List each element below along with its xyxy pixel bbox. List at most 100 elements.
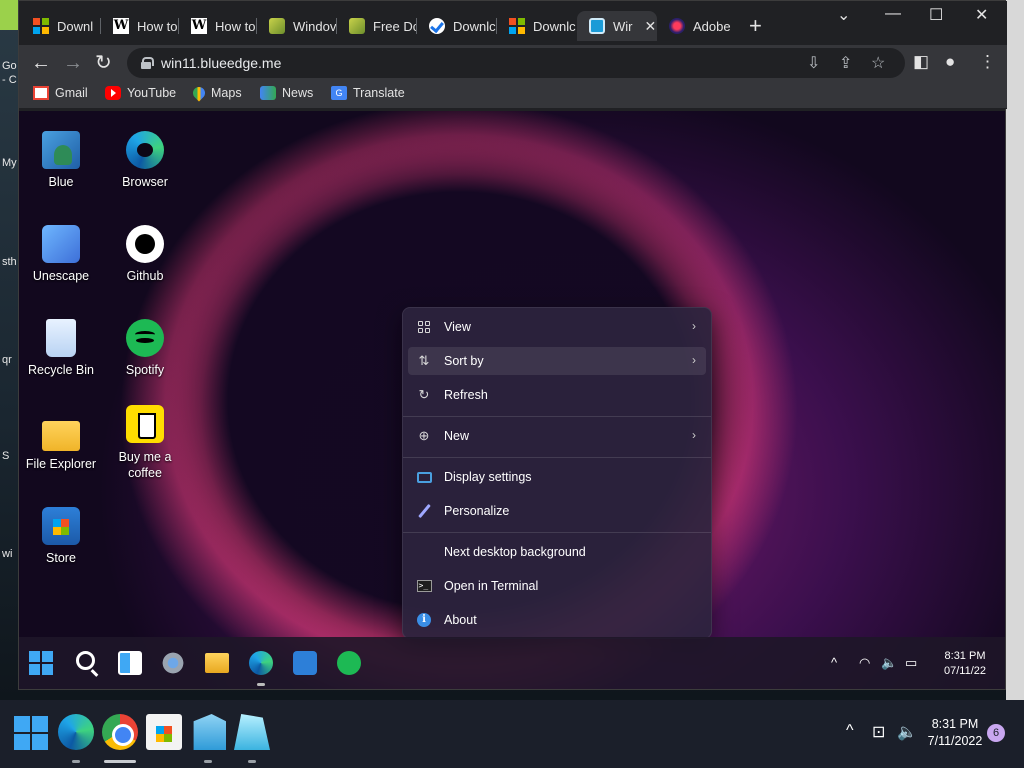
start-icon[interactable] xyxy=(29,651,53,675)
youtube-icon xyxy=(105,86,121,100)
chrome-icon[interactable] xyxy=(102,714,138,750)
profile-avatar-icon[interactable]: ● xyxy=(945,52,955,72)
edge-icon[interactable] xyxy=(249,651,273,675)
back-button[interactable]: ← xyxy=(31,51,51,75)
bookmark-maps[interactable]: Maps xyxy=(190,84,242,102)
volume-icon[interactable]: 🔈 xyxy=(881,655,897,671)
host-icon-label[interactable]: wi xyxy=(2,548,18,560)
file-explorer-icon[interactable] xyxy=(205,653,229,673)
leaf-icon xyxy=(349,18,365,34)
lock-icon[interactable] xyxy=(141,57,154,69)
close-window-button[interactable]: ✕ xyxy=(975,5,988,25)
tab-label: Free Dc xyxy=(373,18,417,34)
menu-item-refresh[interactable]: ↻ Refresh xyxy=(408,381,706,409)
widgets-icon[interactable] xyxy=(118,651,142,675)
desktop-icon-buy-me-a-coffee[interactable]: Buy me a coffee xyxy=(103,405,187,481)
menu-divider xyxy=(403,416,711,417)
host-icon-label[interactable]: qr xyxy=(2,354,18,366)
tab-win11-active[interactable]: Wir ✕ xyxy=(577,11,657,41)
tab-windows[interactable]: Windov xyxy=(257,11,337,41)
desktop-icon-store[interactable]: Store xyxy=(19,507,103,565)
search-icon[interactable] xyxy=(76,651,95,670)
menu-item-open-in-terminal[interactable]: >_ Open in Terminal xyxy=(408,572,706,600)
bookmark-youtube[interactable]: YouTube xyxy=(105,86,176,100)
edge-icon xyxy=(126,131,164,169)
tab-downloads-3[interactable]: Downlc xyxy=(497,11,577,41)
tab-adobe[interactable]: Adobe xyxy=(657,11,737,41)
store-icon[interactable] xyxy=(293,651,317,675)
side-panel-icon[interactable]: ◧ xyxy=(913,52,929,72)
bookmark-news[interactable]: News xyxy=(260,86,313,100)
address-bar[interactable]: win11.blueedge.me ⇩ ⇪ ☆ xyxy=(127,48,905,78)
close-tab-icon[interactable]: ✕ xyxy=(645,18,657,35)
volume-icon[interactable]: 🔈 xyxy=(897,722,917,742)
app-icon[interactable] xyxy=(234,714,270,750)
menu-item-about[interactable]: i About xyxy=(408,606,706,634)
bookmark-translate[interactable]: G Translate xyxy=(331,86,405,100)
menu-item-personalize[interactable]: Personalize xyxy=(408,497,706,525)
bookmark-gmail[interactable]: Gmail xyxy=(33,86,88,100)
install-app-icon[interactable]: ⇩ xyxy=(807,53,820,73)
menu-item-new[interactable]: ⊕ New › xyxy=(408,422,706,450)
desktop-icon-file-explorer[interactable]: File Explorer xyxy=(19,413,103,471)
host-icon-label[interactable]: - C xyxy=(2,74,18,86)
desktop-icon-spotify[interactable]: Spotify xyxy=(103,319,187,377)
desktop-icon-browser[interactable]: Browser xyxy=(103,131,187,189)
minimize-button[interactable]: — xyxy=(885,5,901,23)
host-clock[interactable]: 8:31 PM 7/11/2022 xyxy=(922,716,988,750)
tab-downloads-2[interactable]: Downlc xyxy=(417,11,497,41)
spotify-icon[interactable] xyxy=(337,651,361,675)
clock-time: 8:31 PM xyxy=(944,650,986,662)
url-text[interactable]: win11.blueedge.me xyxy=(161,55,281,71)
host-icon-label[interactable]: S xyxy=(2,450,18,462)
running-indicator xyxy=(257,683,265,686)
tab-how-to-2[interactable]: W How to xyxy=(179,11,257,41)
tab-how-to-1[interactable]: W How to xyxy=(101,11,179,41)
menu-item-next-desktop-background[interactable]: Next desktop background xyxy=(408,538,706,566)
menu-kebab-icon[interactable]: ⋮ xyxy=(979,52,996,72)
app-icon[interactable] xyxy=(193,714,226,750)
menu-item-label: View xyxy=(444,320,471,334)
settings-icon[interactable] xyxy=(161,651,185,675)
store-icon[interactable] xyxy=(146,714,182,750)
menu-item-display-settings[interactable]: Display settings xyxy=(408,463,706,491)
menu-item-label: Display settings xyxy=(444,470,532,484)
tab-free-download[interactable]: Free Dc xyxy=(337,11,417,41)
win11-web-desktop[interactable]: Blue Browser Unescape Github Recycle Bin… xyxy=(19,111,1005,689)
menu-item-view[interactable]: View › xyxy=(408,313,706,341)
desktop-icon-unescape[interactable]: Unescape xyxy=(19,225,103,283)
desktop-icon-github[interactable]: Github xyxy=(103,225,187,283)
new-tab-button[interactable]: + xyxy=(749,13,762,39)
chevron-right-icon: › xyxy=(692,428,696,442)
tab-downloads-1[interactable]: Downl xyxy=(21,11,101,41)
tab-search-chevron-icon[interactable]: ⌄ xyxy=(837,5,850,25)
host-icon-label[interactable]: My xyxy=(2,157,18,169)
leaf-icon xyxy=(269,18,285,34)
desktop-context-menu: View › ⇅ Sort by › ↻ Refresh ⊕ New › Dis… xyxy=(402,307,712,639)
bookmark-label: YouTube xyxy=(127,86,177,100)
notification-badge[interactable]: 6 xyxy=(987,724,1005,742)
tray-chevron-icon[interactable]: ^ xyxy=(846,722,854,740)
network-icon[interactable]: ⊡ xyxy=(872,722,885,742)
host-icon-label[interactable]: sth xyxy=(2,256,18,268)
github-icon xyxy=(126,225,164,263)
desktop-icon-recycle-bin[interactable]: Recycle Bin xyxy=(19,319,103,377)
maximize-button[interactable]: ☐ xyxy=(929,5,943,25)
edge-icon[interactable] xyxy=(58,714,94,750)
menu-item-sort-by[interactable]: ⇅ Sort by › xyxy=(408,347,706,375)
tab-label: Wir xyxy=(613,18,633,34)
wikihow-icon: W xyxy=(191,18,207,34)
wifi-icon[interactable]: ◠ xyxy=(859,655,870,671)
battery-icon[interactable]: ▭ xyxy=(905,655,917,671)
info-icon: i xyxy=(416,612,432,628)
tray-chevron-icon[interactable]: ^ xyxy=(831,655,837,670)
sort-icon: ⇅ xyxy=(418,353,430,368)
virtual-clock[interactable]: 8:31 PM 07/11/22 xyxy=(937,649,993,679)
share-icon[interactable]: ⇪ xyxy=(839,53,852,73)
reload-button[interactable]: ↻ xyxy=(95,51,112,75)
bookmark-star-icon[interactable]: ☆ xyxy=(871,53,885,73)
desktop-icon-blue[interactable]: Blue xyxy=(19,131,103,189)
forward-button[interactable]: → xyxy=(63,51,83,75)
host-icon-label[interactable]: Go xyxy=(2,60,18,72)
start-icon[interactable] xyxy=(14,716,50,752)
